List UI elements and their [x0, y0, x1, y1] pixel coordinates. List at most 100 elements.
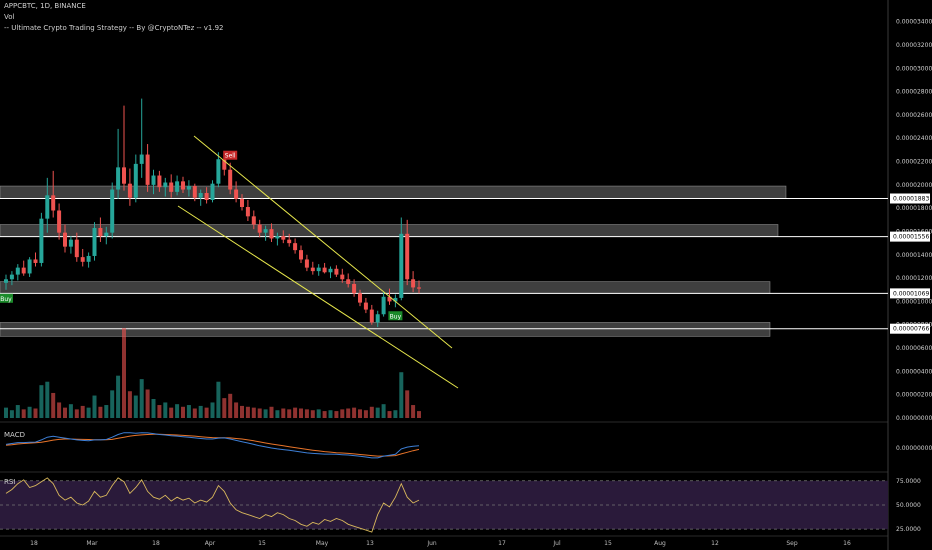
volume-bar: [393, 410, 398, 418]
volume-bar: [375, 407, 380, 418]
volume-bar: [57, 402, 62, 418]
symbol-title: APPCBTC, 1D, BINANCE: [4, 2, 86, 10]
x-axis-label: Apr: [205, 540, 216, 547]
candle-body: [334, 268, 339, 275]
candle-body: [228, 169, 233, 190]
price-level-label: 0.00001883: [893, 195, 929, 202]
volume-bar: [369, 406, 374, 418]
candle-body: [210, 183, 215, 201]
candle-body: [375, 314, 380, 323]
x-axis-label: 13: [366, 540, 374, 547]
candle-body: [263, 229, 268, 233]
chart-window: Buy Sell Buy 0.00003400 0.00003200 0.00003000…: [0, 0, 932, 550]
price-tick-label: 0.00000200: [896, 392, 932, 399]
volume-bar: [257, 408, 262, 418]
support-resistance-zone: [0, 281, 771, 294]
candle-body: [9, 274, 14, 280]
signal-label: Buy: [0, 296, 12, 303]
candle-body: [275, 236, 280, 239]
chart-canvas[interactable]: Buy Sell Buy 0.00003400 0.00003200 0.00003000…: [0, 0, 932, 550]
volume-bar: [281, 408, 286, 418]
candle-body: [340, 274, 345, 280]
volume-bar: [74, 409, 79, 418]
candle-body: [86, 255, 91, 262]
x-axis-label: Jun: [426, 540, 437, 547]
candle-body: [68, 239, 73, 247]
volume-bar: [175, 404, 180, 418]
volume-bar: [228, 393, 233, 418]
candle-body: [257, 224, 262, 233]
volume-bar: [86, 407, 91, 418]
price-tick-label: 0.00002800: [896, 89, 932, 96]
price-level-label: 0.00001069: [893, 290, 929, 297]
volume-bar: [21, 409, 26, 418]
volume-bar: [157, 405, 162, 418]
volume-bar: [387, 411, 392, 418]
candle-body: [104, 232, 109, 237]
candle-body: [157, 175, 162, 188]
macd-tick-label: 0.00000000: [896, 445, 932, 452]
volume-bar: [110, 390, 115, 418]
x-axis-label: 18: [30, 540, 38, 547]
volume-bar: [210, 402, 215, 418]
candle-body: [127, 183, 132, 198]
candle-body: [175, 181, 180, 192]
volume-bar: [417, 411, 421, 418]
candle-body: [169, 182, 174, 192]
price-tick-label: 0.00002400: [896, 135, 932, 142]
volume-bar: [340, 409, 345, 418]
candle-body: [281, 236, 286, 240]
signal-buy-2: Buy: [388, 311, 403, 321]
strategy-indicator-label: -- Ultimate Crypto Trading Strategy -- B…: [4, 24, 224, 32]
signal-label: Sell: [225, 153, 236, 160]
price-tick-label: 0.00001000: [896, 298, 932, 305]
volume-bar: [216, 381, 221, 418]
volume-bar: [245, 406, 250, 418]
volume-bar: [363, 410, 368, 418]
candle-body: [139, 154, 144, 164]
price-tick-label: 0.00001800: [896, 205, 932, 212]
x-axis-label: 16: [843, 540, 851, 547]
volume-bar: [145, 389, 150, 418]
volume-bar: [269, 406, 274, 418]
x-axis-label: Aug: [654, 540, 666, 547]
candle-body: [322, 267, 327, 273]
macd-signal-line: [5, 433, 420, 457]
volume-bar: [251, 407, 256, 418]
candle-body: [33, 259, 38, 263]
volume-bar: [316, 409, 321, 418]
macd-pane-label: MACD: [4, 431, 25, 439]
candle-body: [15, 267, 20, 275]
candle-body: [186, 186, 191, 190]
volume-bar: [299, 408, 303, 418]
candle-body: [287, 239, 292, 244]
candle-body: [151, 175, 156, 185]
volume-bar: [98, 406, 103, 418]
volume-bar: [15, 405, 20, 418]
volume-bar: [27, 406, 32, 418]
support-resistance-zone: [0, 224, 779, 237]
rsi-pane-label: RSI: [4, 478, 16, 486]
candle-body: [198, 193, 203, 198]
price-tick-label: 0.00000400: [896, 368, 932, 375]
support-resistance-zone: [0, 322, 771, 337]
x-axis-label: Mar: [86, 540, 98, 547]
volume-bar: [169, 407, 174, 418]
volume-bar: [104, 405, 109, 418]
x-axis-label: 17: [498, 540, 506, 547]
candle-body: [352, 283, 357, 294]
volume-bar: [198, 405, 203, 418]
candle-body: [251, 216, 256, 225]
x-axis-label: May: [316, 540, 329, 547]
price-tick-label: 0.00002000: [896, 182, 932, 189]
candle-body: [240, 198, 244, 208]
candle-body: [369, 309, 374, 323]
candle-body: [293, 243, 298, 251]
price-tick-label: 0.00003400: [896, 19, 932, 26]
volume-bar: [287, 409, 292, 418]
volume-bar: [151, 399, 156, 418]
volume-bar: [63, 407, 67, 418]
price-level-label: 0.00001556: [893, 234, 929, 241]
candle-body: [328, 268, 333, 273]
volume-bar: [133, 395, 138, 418]
